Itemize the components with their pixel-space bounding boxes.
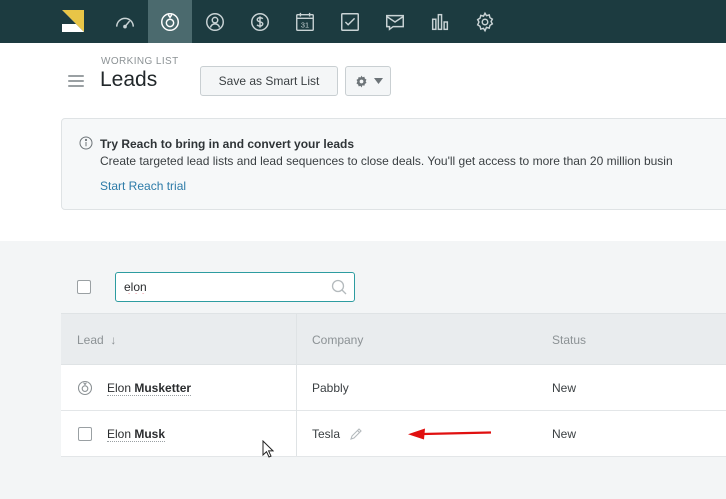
lead-first-name: Elon [107,427,135,441]
row-select-checkbox[interactable] [78,427,92,441]
lead-name-link[interactable]: Elon Musk [107,427,166,442]
bar-chart-icon [431,13,449,30]
target-icon [161,12,179,31]
email-icon [386,14,404,31]
checkbox-icon [341,12,359,31]
menu-line [68,85,84,87]
table-row[interactable]: Elon Musk Tesla New [61,411,726,457]
table-row[interactable]: Elon Musketter Pabbly New [61,365,726,411]
menu-line [68,75,84,77]
status-cell: New [552,381,577,395]
reach-promo-banner: Try Reach to bring in and convert your l… [61,118,726,210]
annotation-arrow-icon [408,428,492,440]
svg-text:31: 31 [301,20,309,29]
nav-tasks[interactable] [328,0,372,43]
speedometer-icon [116,17,134,28]
column-divider [296,313,297,456]
start-reach-trial-link[interactable]: Start Reach trial [100,179,186,193]
company-cell: Pabbly [312,381,349,395]
info-icon [79,136,93,150]
banner-title: Try Reach to bring in and convert your l… [100,137,355,151]
mouse-cursor-icon [262,440,274,458]
gear-icon [476,11,494,32]
calendar-icon: 31 [296,12,314,31]
gear-icon [356,75,366,87]
user-icon [206,12,224,31]
company-cell: Tesla [312,427,341,441]
lead-name-cell: Elon Musketter [107,381,192,396]
app-logo[interactable] [62,10,84,32]
banner-description: Create targeted lead lists and lead sequ… [100,154,673,168]
column-header-status[interactable]: Status [552,333,586,347]
lead-name-match: Musk [134,427,166,441]
working-list-label: WORKING LIST [101,56,179,67]
lead-name-cell: Elon Musk [107,427,166,442]
nav-dashboard[interactable] [103,0,147,43]
nav-settings[interactable] [463,0,507,43]
sidebar-toggle-button[interactable] [68,75,84,87]
nav-inbox[interactable] [373,0,417,43]
dollar-icon [251,12,269,31]
edit-pencil-icon[interactable] [349,427,363,441]
nav-contacts[interactable] [193,0,237,43]
lead-first-name: Elon [107,381,135,395]
search-icon[interactable] [331,279,347,295]
top-navigation-bar: 31 [0,0,726,43]
lead-name-match: Musketter [134,381,192,395]
search-box [115,272,355,302]
caret-down-icon [373,78,383,84]
nav-calendar[interactable]: 31 [283,0,327,43]
sort-arrow-icon: ↓ [110,333,117,347]
lead-header-label: Lead [77,333,104,347]
lead-name-link[interactable]: Elon Musketter [107,381,192,396]
column-header-company[interactable]: Company [312,333,363,347]
leads-table: Lead ↓ Company Status Elon Musketter Pab… [61,313,726,499]
search-input[interactable] [124,279,324,295]
select-all-checkbox[interactable] [77,280,91,294]
page-title: Leads [100,68,158,91]
nav-leads[interactable] [148,0,192,43]
save-as-smart-list-button[interactable]: Save as Smart List [200,66,338,96]
list-settings-dropdown-button[interactable] [345,66,391,96]
status-cell: New [552,427,577,441]
table-header: Lead ↓ Company Status [61,313,726,365]
menu-line [68,80,84,82]
nav-opportunities[interactable] [238,0,282,43]
target-icon [77,380,93,396]
column-header-lead[interactable]: Lead ↓ [77,333,116,347]
nav-reports[interactable] [418,0,462,43]
